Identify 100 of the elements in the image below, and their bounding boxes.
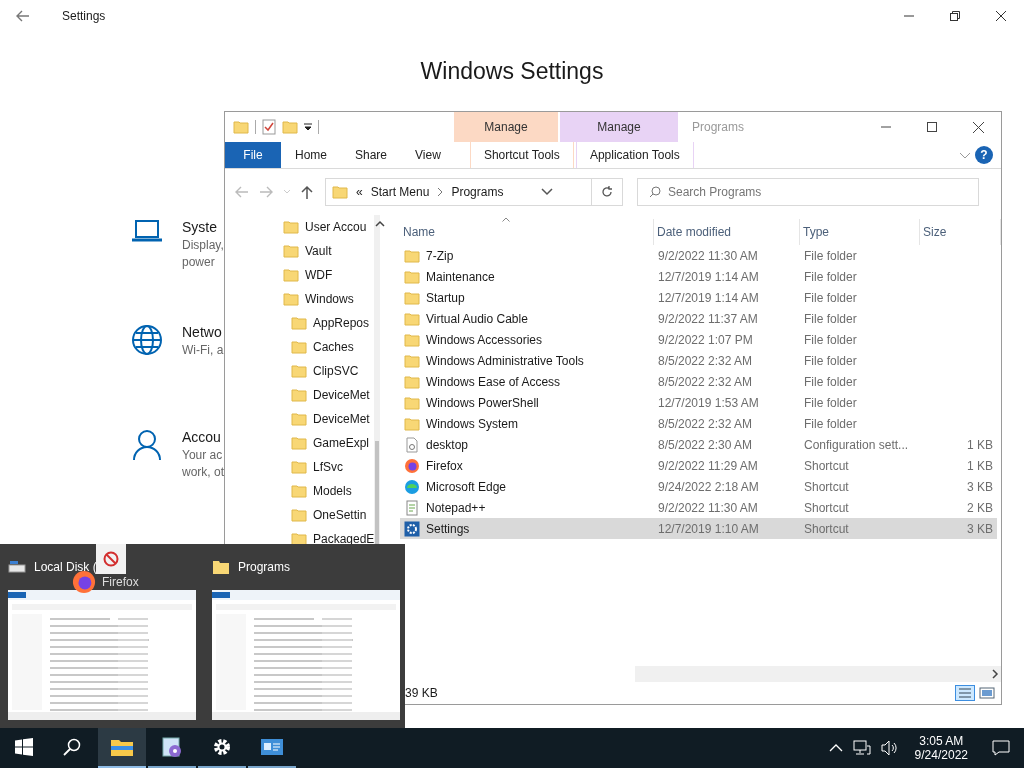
help-button[interactable]: ? [975,146,993,164]
notification-icon[interactable] [992,740,1010,756]
file-row[interactable]: Windows PowerShell 12/7/2019 1:53 AM File folder [400,392,997,413]
breadcrumb-separator-icon [437,188,444,196]
file-row[interactable]: Notepad++ 9/2/2022 11:30 AM Shortcut 2 KB [400,497,997,518]
file-row[interactable]: desktop 8/5/2022 2:30 AM Configuration sett... 1 KB [400,434,997,455]
firefox-icon [404,457,420,474]
nav-tree-item[interactable]: AppRepos [283,311,375,335]
preview-title[interactable]: Local Disk ( [34,560,97,574]
taskbar-app[interactable] [98,728,146,768]
nav-tree-item[interactable]: OneSettin [283,503,375,527]
ribbon-tab[interactable]: Application Tools [575,142,694,168]
large-icons-view-icon[interactable] [979,685,995,701]
file-row[interactable]: Microsoft Edge 9/24/2022 2:18 AM Shortcut 3 KB [400,476,997,497]
scroll-right-icon[interactable] [989,669,1001,679]
details-view-icon[interactable] [955,685,975,701]
type-cell-text: File folder [803,248,858,263]
overflow-chevron[interactable]: « [356,185,363,199]
restore-icon[interactable] [950,11,960,21]
maximize-icon[interactable] [927,122,937,132]
category-title[interactable]: Accou [182,429,221,445]
context-tab-header: Manage [454,112,558,142]
breadcrumb[interactable]: Programs [451,185,504,199]
search-icon[interactable] [63,738,81,756]
window-thumbnail[interactable] [8,590,196,720]
file-name: Windows Administrative Tools [426,353,584,368]
file-row[interactable]: Windows Accessories 9/2/2022 1:07 PM File folder [400,329,997,350]
category-title[interactable]: Syste [182,219,217,235]
nav-tree-item[interactable]: User Accou [283,215,375,239]
drive-icon [8,560,26,574]
date-cell-text: 9/24/2022 2:18 AM [657,479,760,494]
file-name: Microsoft Edge [426,479,507,494]
sort-caret-icon [502,217,510,222]
column-header[interactable]: Date modified [654,219,800,245]
close-icon[interactable] [996,11,1006,21]
file-row[interactable]: Windows System 8/5/2022 2:32 AM File folder [400,413,997,434]
nav-tree-item[interactable]: GameExpl [283,431,375,455]
date-cell-text: 12/7/2019 1:53 AM [657,395,760,410]
nav-tree-item[interactable]: DeviceMet [283,407,375,431]
file-row[interactable]: Settings 12/7/2019 1:10 AM Shortcut 3 KB [400,518,997,539]
column-header[interactable]: Name [400,219,654,245]
breadcrumb[interactable]: Start Menu [370,185,430,199]
chevron-up-icon[interactable] [828,744,843,752]
nav-tree-item[interactable]: WDF [283,263,375,287]
file-name: Virtual Audio Cable [426,311,528,326]
address-bar[interactable]: « Start Menu Programs [325,178,623,206]
file-name: Maintenance [426,269,495,284]
file-row[interactable]: Startup 12/7/2019 1:14 AM File folder [400,287,997,308]
type-cell-text: Shortcut [803,458,850,473]
scrollbar-thumb[interactable] [375,441,379,545]
horizontal-scrollbar[interactable] [635,666,1001,682]
nav-tree-item[interactable]: Vault [283,239,375,263]
ribbon-tab[interactable]: Home [281,142,341,168]
date-cell-text: 12/7/2019 1:10 AM [657,521,760,536]
nav-tree-item[interactable]: DeviceMet [283,383,375,407]
folder-icon [291,340,307,354]
file-row[interactable]: Windows Administrative Tools 8/5/2022 2:32 AM File folder [400,350,997,371]
volume-icon[interactable] [880,740,899,756]
type-cell-text: File folder [803,395,858,410]
file-row[interactable]: Windows Ease of Access 8/5/2022 2:32 AM File folder [400,371,997,392]
ribbon-tab[interactable]: View [401,142,455,168]
file-row[interactable]: Maintenance 12/7/2019 1:14 AM File folder [400,266,997,287]
file-row[interactable]: 7-Zip 9/2/2022 11:30 AM File folder [400,245,997,266]
nav-tree-item[interactable]: LfSvc [283,455,375,479]
network-icon[interactable] [852,740,871,756]
window-thumbnail[interactable] [212,590,400,720]
close-icon[interactable] [972,121,984,133]
date-cell-text: 9/2/2022 11:30 AM [657,500,759,515]
back-arrow-icon[interactable] [16,10,30,22]
file-name: Startup [426,290,465,305]
type-cell-text: File folder [803,311,858,326]
ribbon-tab[interactable]: Share [341,142,402,168]
column-header[interactable]: Type [800,219,920,245]
search-field[interactable]: Search Programs [637,178,979,206]
ribbon-tab[interactable]: Shortcut Tools [469,142,574,168]
file-row[interactable]: Firefox 9/2/2022 11:29 AM Shortcut 1 KB [400,455,997,476]
person-icon [133,429,161,461]
folder-icon [291,484,307,498]
category-title[interactable]: Netwo [182,324,222,340]
nav-tree-item[interactable]: Models [283,479,375,503]
up-arrow-icon[interactable] [301,185,313,199]
status-text: 39 KB [405,686,438,700]
column-header[interactable]: Size [920,219,1001,245]
ribbon-tab[interactable]: File [225,142,281,168]
properties-icon[interactable] [262,119,276,135]
nav-tree-item[interactable]: PackagedE [283,527,375,551]
file-row[interactable]: Virtual Audio Cable 9/2/2022 11:37 AM File folder [400,308,997,329]
dropdown-icon[interactable] [304,123,312,131]
refresh-icon[interactable] [601,186,613,198]
file-name: Notepad++ [426,500,486,515]
clock[interactable]: 3:05 AM 9/24/2022 [914,734,968,762]
nav-tree-item[interactable]: ClipSVC [283,359,375,383]
folder-icon [291,316,307,330]
scroll-up-icon[interactable] [374,219,387,229]
nav-tree-item[interactable]: Caches [283,335,375,359]
nav-tree-item[interactable]: Windows [283,287,375,311]
folder-icon [291,436,307,450]
windows-logo-icon[interactable] [15,738,33,756]
preview-title[interactable]: Programs [238,560,290,574]
chevron-down-icon[interactable] [541,188,554,196]
